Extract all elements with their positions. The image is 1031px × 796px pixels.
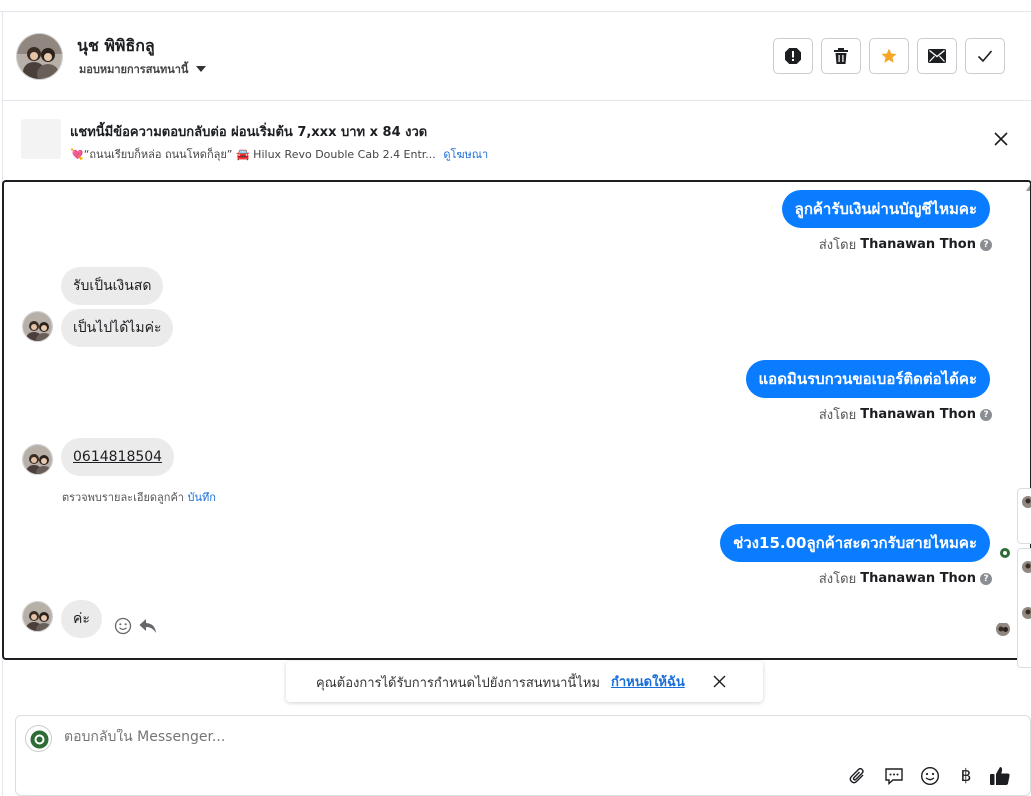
conversation-header: นุช พิพิธิกลู มอบหมายการสนทนานี้ [3,12,1031,101]
speech-bubble-icon [885,768,903,786]
saved-replies-button[interactable] [883,765,905,787]
seen-avatar-icon [996,622,1010,636]
customer-details-notice: ตรวจพบรายละเอียดลูกค้า บันทึก [62,488,216,506]
sent-by-line: ส่งโดย Thanawan Thon ? [819,568,992,589]
reply-composer[interactable]: ฿ [15,715,1031,796]
close-icon[interactable] [713,675,726,688]
emoji-react-icon[interactable] [114,617,132,635]
contact-avatar-small [22,444,53,475]
delete-button[interactable] [821,38,861,74]
contact-name: นุช พิพิธิกลู [77,36,155,55]
star-button[interactable] [869,38,909,74]
edge-panel[interactable] [1017,488,1031,544]
sent-by-line: ส่งโดย Thanawan Thon ? [819,234,992,255]
contact-avatar-small [22,601,53,632]
thumbs-up-icon [990,767,1010,785]
phone-number-message[interactable]: 0614818504 [61,438,175,476]
reply-input[interactable] [64,729,664,745]
baht-icon[interactable]: ฿ [955,765,977,787]
page-avatar [25,725,52,752]
message-thread[interactable]: ลูกค้ารับเงินผ่านบัญชีไหมคะ ส่งโดย Thana… [2,180,1031,660]
emoji-icon [920,766,940,786]
mini-avatar-icon [1022,496,1031,508]
attach-button[interactable] [847,765,869,787]
sent-by-label: ส่งโดย [818,238,857,253]
outgoing-message[interactable]: แอดมินรบกวนขอเบอร์ติดต่อได้คะ [745,360,990,398]
sent-by-label: ส่งโดย [818,408,857,423]
mark-done-button[interactable] [965,38,1005,74]
view-ad-link[interactable]: ดูโฆษณา [443,148,488,161]
seen-avatar-icon [998,545,1012,559]
paperclip-icon [849,767,864,784]
mini-avatar-icon [1022,561,1031,573]
assign-label: มอบหมายการสนทนานี้ [79,63,189,76]
edge-panel[interactable] [1017,548,1031,668]
window-top-strip [0,0,1031,12]
customer-details-text: ตรวจพบรายละเอียดลูกค้า [62,491,184,504]
contact-avatar-small [22,311,53,342]
chevron-down-icon [196,66,207,72]
assign-prompt-banner: คุณต้องการได้รับการกำหนดไปยังการสนทนานี้… [286,661,763,702]
mini-avatar-icon [1022,607,1031,619]
outgoing-message[interactable]: ลูกค้ารับเงินผ่านบัญชีไหมคะ [781,190,990,228]
sender-name: Thanawan Thon [860,571,976,586]
ad-subtitle-row: 💘“ถนนเรียบก็หล่อ ถนนโหดก็ลุย” 🚘 Hilux Re… [70,145,488,163]
ad-context-bar: แชทนี้มีข้อความตอบกลับต่อ ผ่อนเริ่มต้น 7… [3,101,1031,180]
trash-icon [834,48,848,64]
save-details-link[interactable]: บันทึก [187,491,215,504]
sent-by-label: ส่งโดย [818,572,857,587]
question-icon[interactable]: ? [980,238,992,251]
like-button[interactable] [989,765,1011,787]
sender-name: Thanawan Thon [860,237,976,252]
check-icon [977,50,993,63]
outgoing-message[interactable]: ช่วง15.00ลูกค้าสะดวกรับสายไหมคะ [720,524,990,562]
ad-subtitle: 💘“ถนนเรียบก็หล่อ ถนนโหดก็ลุย” 🚘 Hilux Re… [70,148,436,161]
incoming-message[interactable]: รับเป็นเงินสด [61,267,164,305]
emoji-button[interactable] [919,765,941,787]
spam-button[interactable] [773,38,813,74]
assign-to-me-link[interactable]: กำหนดให้ฉัน [611,671,685,692]
assign-dropdown[interactable]: มอบหมายการสนทนานี้ [79,60,207,78]
question-icon[interactable]: ? [980,408,992,421]
star-icon [881,48,897,63]
contact-avatar[interactable] [16,33,63,80]
incoming-message[interactable]: เป็นไปได้ไมค่ะ [61,309,174,347]
assign-prompt-text: คุณต้องการได้รับการกำหนดไปยังการสนทนานี้… [316,676,600,691]
sent-by-line: ส่งโดย Thanawan Thon ? [819,404,992,425]
scroll-up-arrow-icon[interactable] [1026,185,1030,191]
sender-name: Thanawan Thon [860,407,976,422]
ad-thumbnail [21,119,61,159]
close-icon[interactable] [993,131,1009,147]
ad-title: แชทนี้มีข้อความตอบกลับต่อ ผ่อนเริ่มต้น 7… [70,125,428,140]
question-icon[interactable]: ? [980,572,992,585]
alert-icon [785,48,801,64]
reply-icon[interactable] [138,616,158,636]
envelope-icon [928,49,946,63]
mark-unread-button[interactable] [917,38,957,74]
incoming-message[interactable]: ค่ะ [61,600,102,638]
